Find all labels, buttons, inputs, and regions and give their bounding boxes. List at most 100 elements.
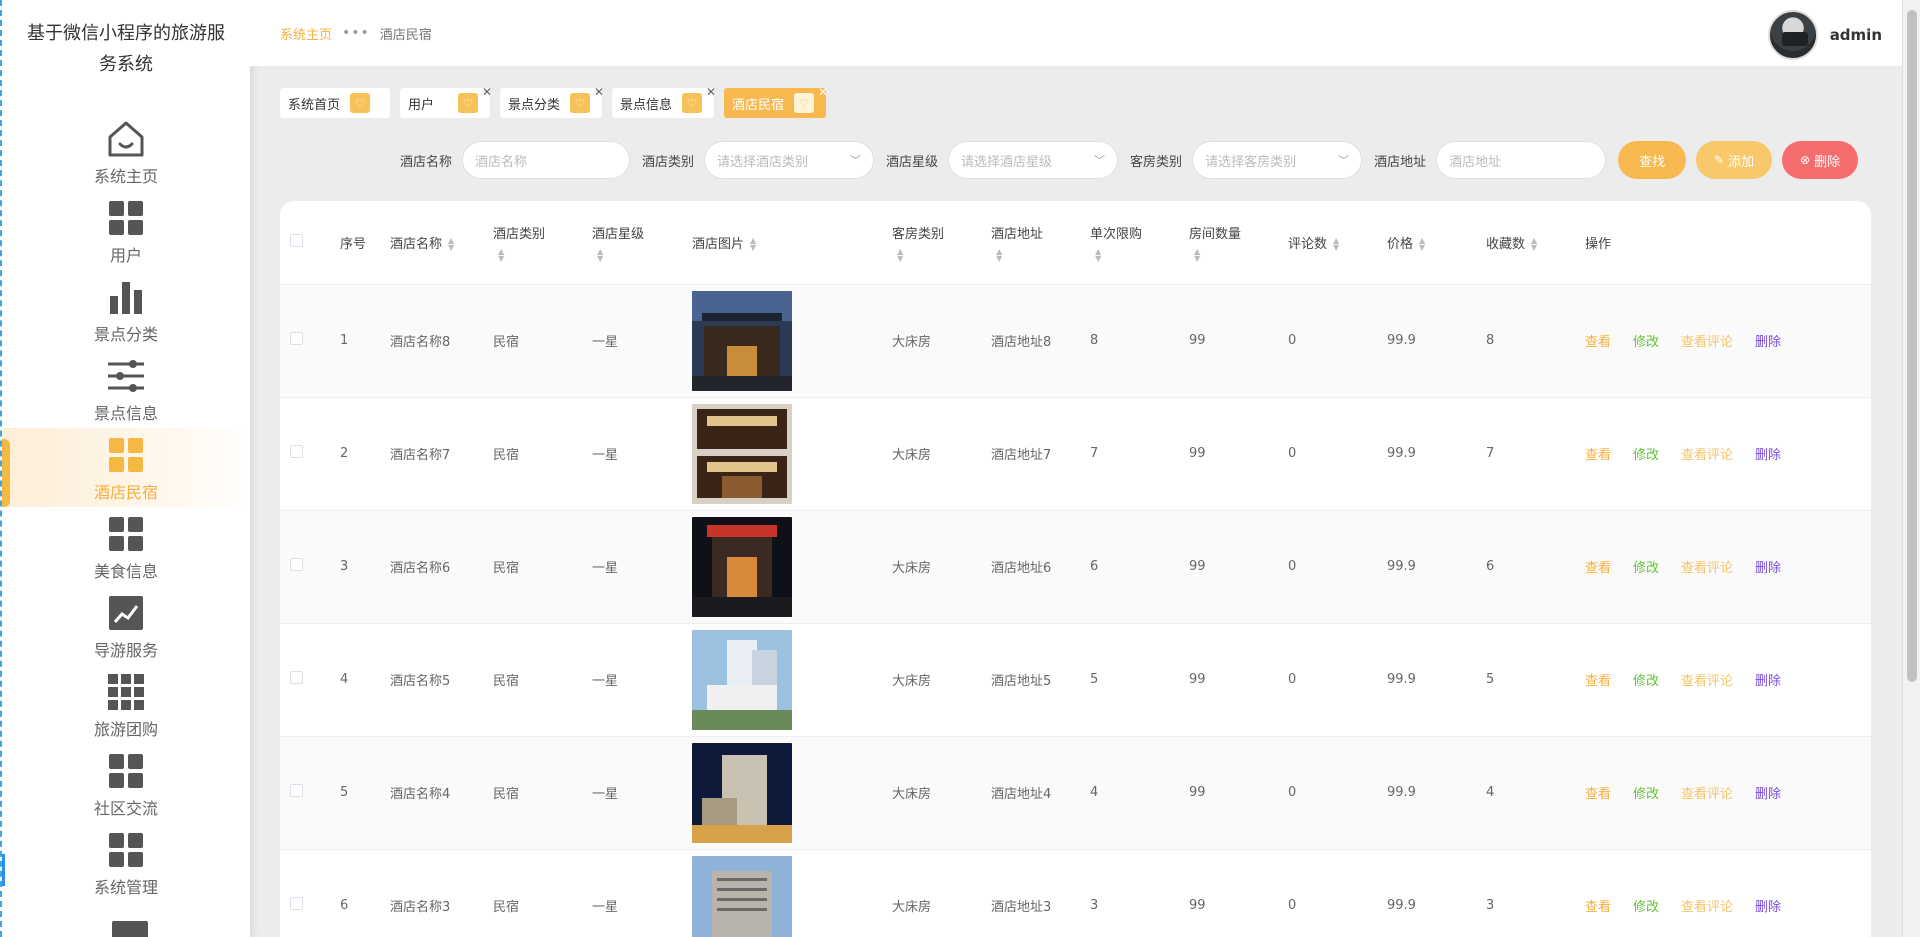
delete-link[interactable]: 删除 xyxy=(1755,900,1781,915)
room-type-select[interactable]: 请选择客房类别 ﹀ xyxy=(1192,141,1363,179)
sidebar-item-community[interactable]: 社区交流 xyxy=(2,744,250,823)
cell-star: 一星 xyxy=(592,284,692,398)
avatar[interactable] xyxy=(1767,10,1818,60)
sidebar-item-spot-info[interactable]: 景点信息 xyxy=(2,349,250,428)
sidebar-item-food[interactable]: 美食信息 xyxy=(2,507,250,586)
sidebar-item-hotel[interactable]: 酒店民宿 xyxy=(2,428,250,507)
sort-icon[interactable]: ▲ ▼ xyxy=(1189,247,1288,262)
delete-link[interactable]: 删除 xyxy=(1755,335,1781,350)
cell-limit: 8 xyxy=(1090,284,1189,398)
hotel-type-select[interactable]: 请选择酒店类别 ﹀ xyxy=(704,141,875,179)
select-all-checkbox[interactable] xyxy=(290,233,303,247)
row-checkbox[interactable] xyxy=(290,784,303,797)
hotel-image[interactable] xyxy=(692,742,792,843)
sort-icon[interactable]: ▲ ▼ xyxy=(1090,247,1189,262)
username[interactable]: admin xyxy=(1830,26,1882,44)
row-checkbox[interactable] xyxy=(290,897,303,910)
vertical-scrollbar[interactable] xyxy=(1902,0,1920,937)
col-header-room[interactable]: 客房类别 ▲ ▼ xyxy=(892,201,991,285)
sort-icon[interactable]: ▲ ▼ xyxy=(448,237,454,252)
breadcrumb-current: 酒店民宿 xyxy=(379,27,432,43)
hotel-image[interactable] xyxy=(692,855,792,937)
sidebar-item-label: 系统管理 xyxy=(93,877,158,897)
view-link[interactable]: 查看 xyxy=(1585,787,1611,802)
delete-link[interactable]: 删除 xyxy=(1755,561,1781,576)
edit-link[interactable]: 修改 xyxy=(1633,561,1659,576)
tag-users[interactable]: 用户 ♡ ✕ xyxy=(400,85,492,118)
hotel-image[interactable] xyxy=(692,629,792,730)
delete-link[interactable]: 删除 xyxy=(1755,787,1781,802)
room-type-placeholder: 请选择客房类别 xyxy=(1205,154,1297,170)
tag-hotel[interactable]: 酒店民宿 ♡ ✕ xyxy=(724,85,828,118)
sidebar-item-home[interactable]: 系统主页 xyxy=(2,112,250,191)
col-header-star[interactable]: 酒店星级 ▲ ▼ xyxy=(592,201,692,285)
hotel-image[interactable] xyxy=(692,516,792,617)
view-comments-link[interactable]: 查看评论 xyxy=(1681,561,1733,576)
view-comments-link[interactable]: 查看评论 xyxy=(1681,787,1733,802)
col-header-addr[interactable]: 酒店地址 ▲ ▼ xyxy=(991,201,1090,285)
sort-icon[interactable]: ▲ ▼ xyxy=(750,237,756,252)
sort-icon[interactable]: ▲ ▼ xyxy=(592,247,692,262)
sort-icon[interactable]: ▲ ▼ xyxy=(1419,237,1425,252)
chevron-down-icon: ﹀ xyxy=(1094,154,1106,167)
tag-spot-info[interactable]: 景点信息 ♡ ✕ xyxy=(612,85,716,118)
col-header-limit[interactable]: 单次限购 ▲ ▼ xyxy=(1090,201,1189,285)
sort-icon[interactable]: ▲ ▼ xyxy=(892,247,991,262)
add-button[interactable]: ✎ 添加 xyxy=(1696,141,1773,179)
row-checkbox[interactable] xyxy=(290,445,303,458)
col-header-favorites[interactable]: 收藏数 ▲ ▼ xyxy=(1486,201,1585,285)
sort-icon[interactable]: ▲ ▼ xyxy=(1531,237,1537,252)
view-comments-link[interactable]: 查看评论 xyxy=(1681,448,1733,463)
view-comments-link[interactable]: 查看评论 xyxy=(1681,335,1733,350)
row-checkbox[interactable] xyxy=(290,558,303,571)
row-checkbox[interactable] xyxy=(290,671,303,684)
col-header-price[interactable]: 价格 ▲ ▼ xyxy=(1387,201,1486,285)
view-link[interactable]: 查看 xyxy=(1585,674,1611,689)
sort-icon[interactable]: ▲ ▼ xyxy=(1333,237,1339,252)
col-header-image[interactable]: 酒店图片 ▲ ▼ xyxy=(692,201,892,285)
view-comments-link[interactable]: 查看评论 xyxy=(1681,674,1733,689)
edit-link[interactable]: 修改 xyxy=(1633,787,1659,802)
close-icon[interactable]: ✕ xyxy=(706,85,716,99)
sidebar-item-guide[interactable]: 导游服务 xyxy=(2,586,250,665)
col-header-comments[interactable]: 评论数 ▲ ▼ xyxy=(1288,201,1387,285)
sidebar: 基于微信小程序的旅游服务系统 系统主页 用户 景点分类 景点信息 酒店民宿 美食… xyxy=(0,0,250,937)
view-link[interactable]: 查看 xyxy=(1585,561,1611,576)
hotel-addr-input[interactable]: 酒店地址 xyxy=(1436,141,1607,179)
col-header-rooms[interactable]: 房间数量 ▲ ▼ xyxy=(1189,201,1288,285)
sidebar-item-users[interactable]: 用户 xyxy=(2,191,250,270)
view-link[interactable]: 查看 xyxy=(1585,448,1611,463)
edit-link[interactable]: 修改 xyxy=(1633,448,1659,463)
close-icon[interactable]: ✕ xyxy=(818,85,828,99)
sidebar-item-spot-category[interactable]: 景点分类 xyxy=(2,270,250,349)
close-icon[interactable]: ✕ xyxy=(482,85,492,99)
sidebar-item-system[interactable]: 系统管理 xyxy=(2,823,250,902)
edit-link[interactable]: 修改 xyxy=(1633,335,1659,350)
breadcrumb-home[interactable]: 系统主页 xyxy=(280,24,332,43)
delete-link[interactable]: 删除 xyxy=(1755,448,1781,463)
close-icon[interactable]: ✕ xyxy=(594,85,604,99)
hotel-star-select[interactable]: 请选择酒店星级 ﹀ xyxy=(948,141,1119,179)
col-header-type[interactable]: 酒店类别 ▲ ▼ xyxy=(493,201,592,285)
view-comments-link[interactable]: 查看评论 xyxy=(1681,900,1733,915)
delete-button[interactable]: ⊗ 删除 xyxy=(1782,141,1859,179)
hotel-image[interactable] xyxy=(692,290,792,391)
cell-limit: 6 xyxy=(1090,510,1189,624)
view-link[interactable]: 查看 xyxy=(1585,335,1611,350)
tag-spot-category[interactable]: 景点分类 ♡ ✕ xyxy=(500,85,604,118)
view-link[interactable]: 查看 xyxy=(1585,900,1611,915)
edit-link[interactable]: 修改 xyxy=(1633,674,1659,689)
scrollbar-thumb[interactable] xyxy=(1907,10,1917,682)
delete-link[interactable]: 删除 xyxy=(1755,674,1781,689)
edit-link[interactable]: 修改 xyxy=(1633,900,1659,915)
sort-icon[interactable]: ▲ ▼ xyxy=(991,247,1090,262)
search-button[interactable]: 查找 xyxy=(1618,141,1687,179)
hotel-image[interactable] xyxy=(692,403,792,504)
row-checkbox[interactable] xyxy=(290,332,303,345)
col-header-name[interactable]: 酒店名称 ▲ ▼ xyxy=(390,201,493,285)
user-menu[interactable]: admin xyxy=(1767,10,1882,60)
tag-home[interactable]: 系统首页 ♡ xyxy=(280,88,390,118)
sort-icon[interactable]: ▲ ▼ xyxy=(493,247,592,262)
sidebar-item-group-buy[interactable]: 旅游团购 xyxy=(2,665,250,744)
hotel-name-input[interactable]: 酒店名称 xyxy=(462,141,631,179)
